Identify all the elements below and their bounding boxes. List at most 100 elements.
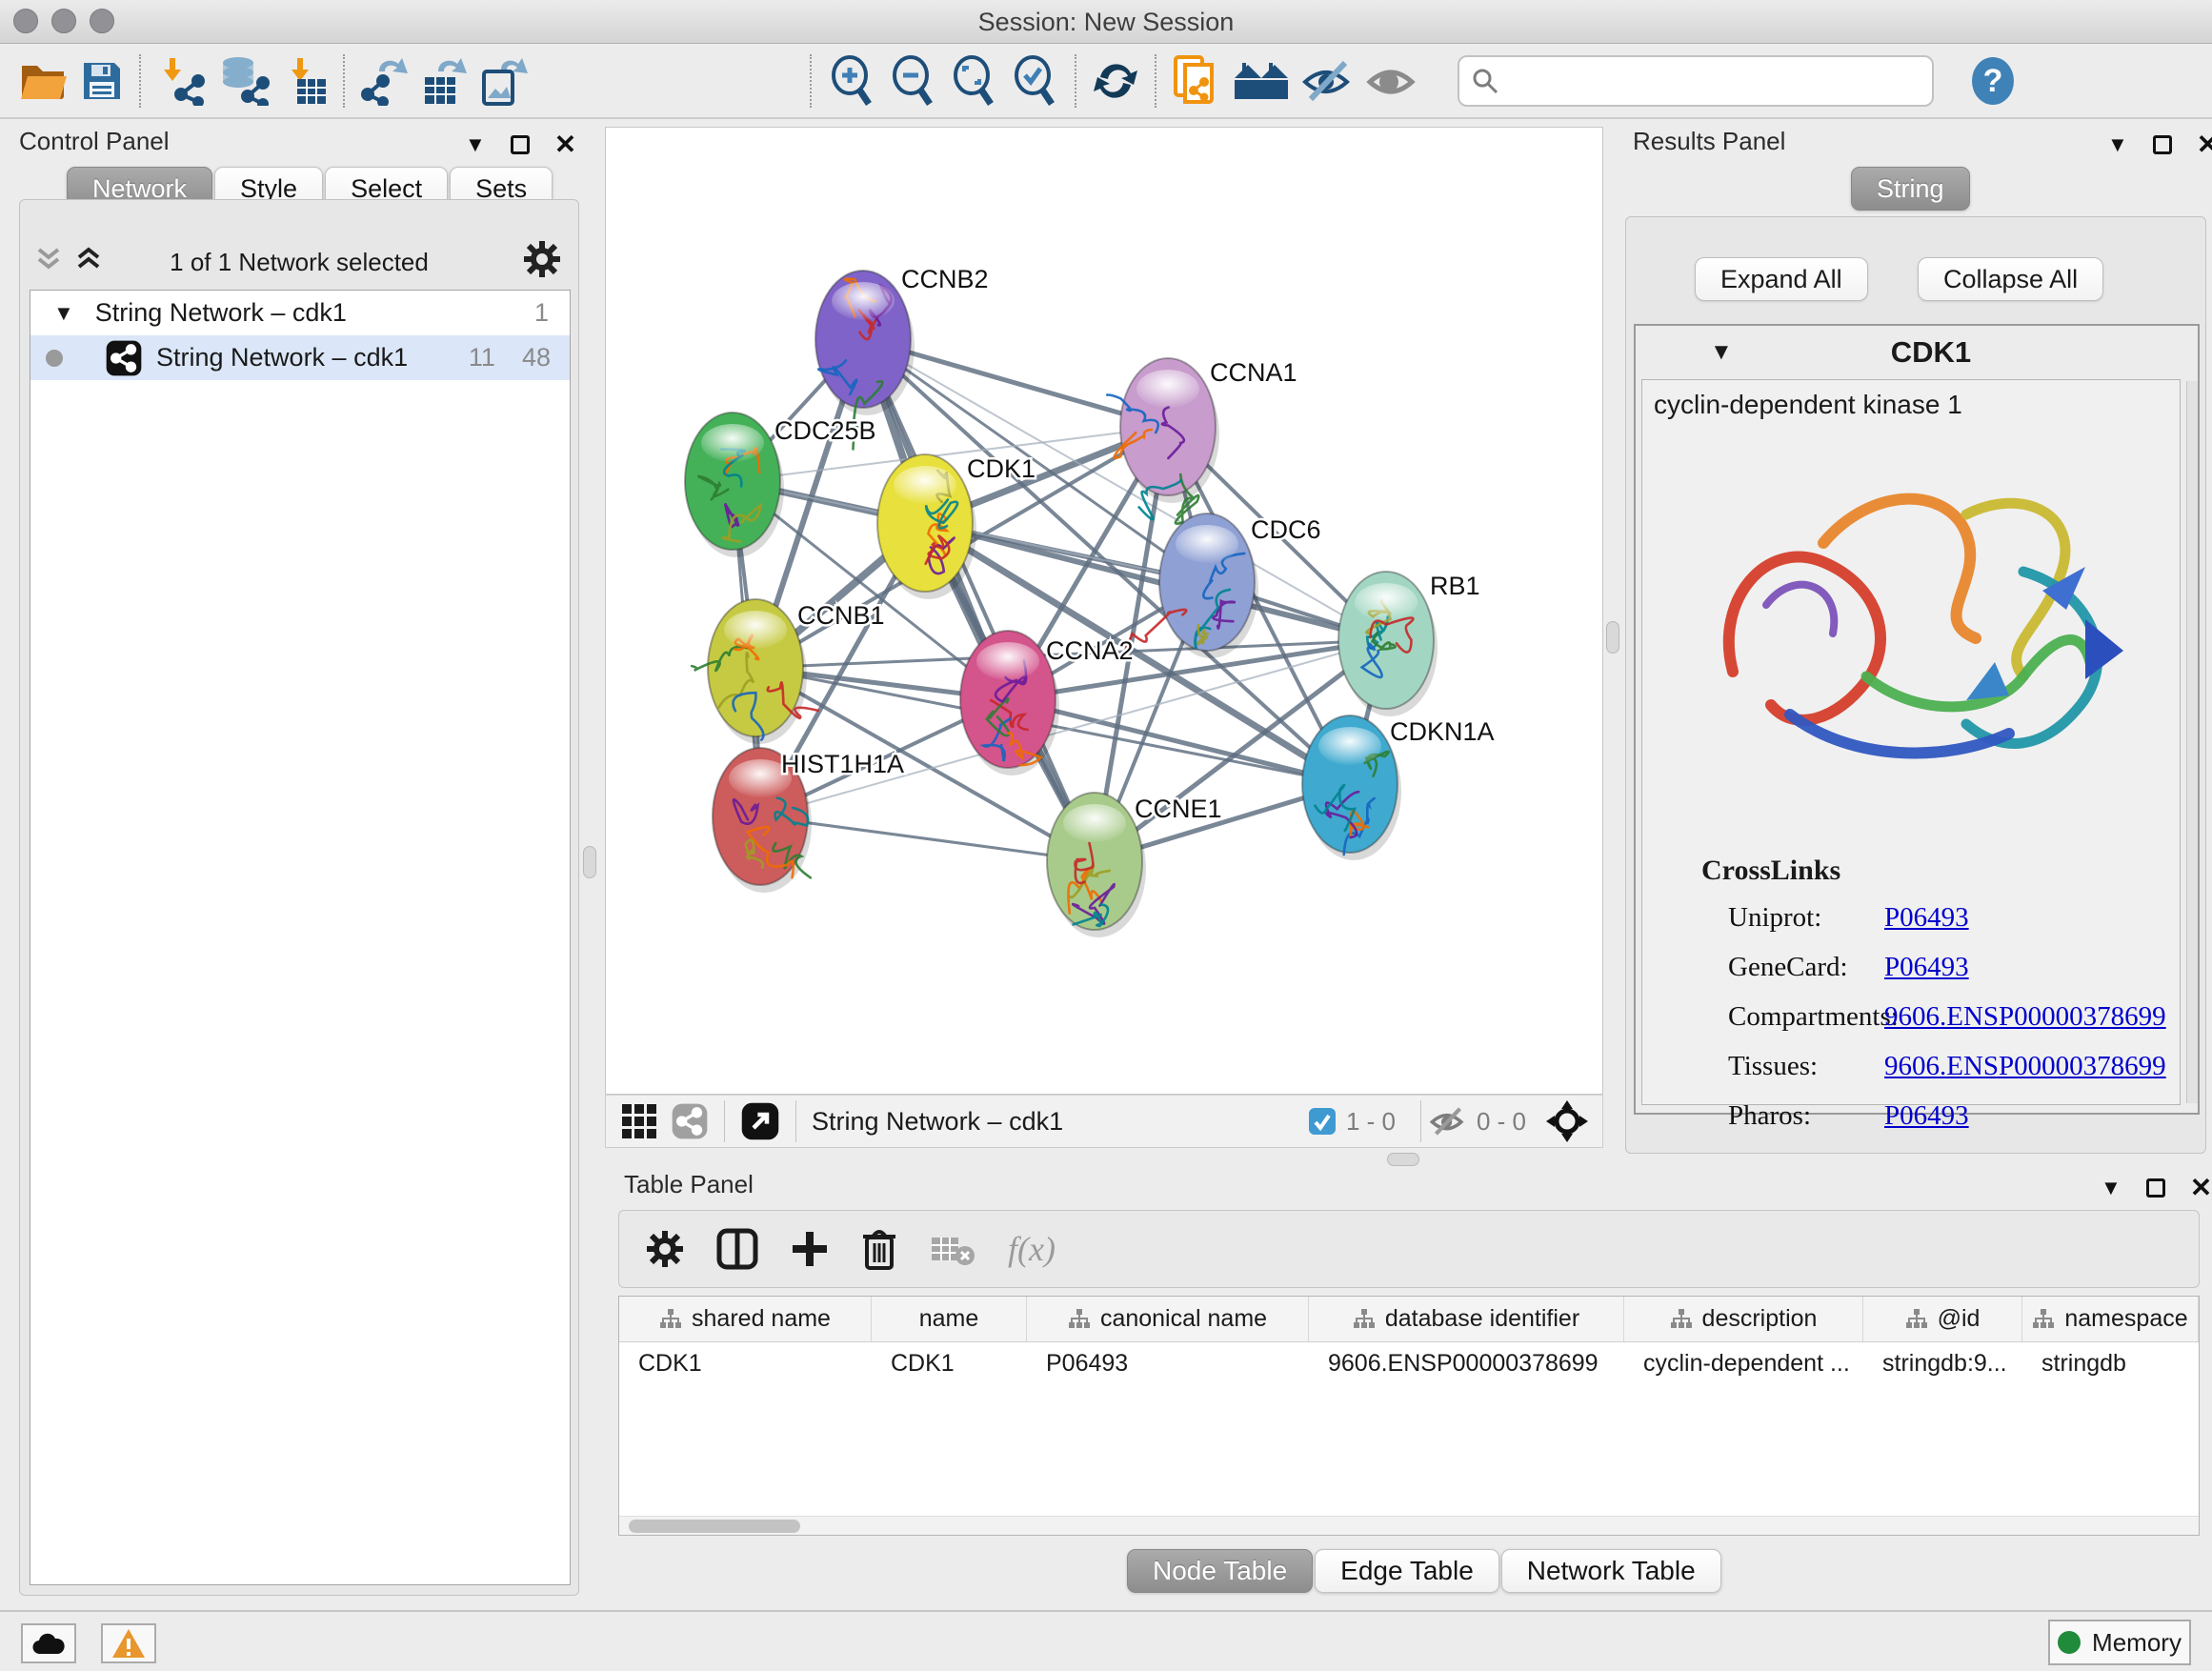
panel-close-icon[interactable]: ✕	[554, 129, 576, 160]
window-zoom-icon[interactable]	[90, 9, 114, 33]
network-node[interactable]: CDC25B	[685, 413, 876, 557]
zoom-selected-button[interactable]	[1004, 50, 1065, 111]
control-panel: Control Panel ▼ ✕ Network Style Select S…	[0, 121, 598, 1607]
network-edge[interactable]	[863, 339, 1095, 861]
network-options-gear-icon[interactable]	[523, 240, 561, 278]
show-columns-icon[interactable]	[716, 1228, 758, 1270]
network-canvas[interactable]: CCNB2CCNA1CDC25BCDK1CDC6RB1CCNB1CCNA2CDK…	[605, 127, 1603, 1095]
card-expander-icon[interactable]: ▼	[1710, 339, 1733, 366]
cdk1-card-header[interactable]: ▼ CDK1	[1636, 326, 2198, 379]
fit-content-crosshair-icon[interactable]	[1545, 1099, 1589, 1143]
tab-network-table[interactable]: Network Table	[1501, 1549, 1721, 1593]
network-node[interactable]: CDKN1A	[1302, 715, 1495, 860]
column-header-shared-name[interactable]: shared name	[619, 1297, 872, 1341]
scrollbar-thumb[interactable]	[629, 1520, 800, 1533]
birdseye-grid-icon[interactable]	[621, 1103, 657, 1139]
open-session-button[interactable]	[13, 50, 74, 111]
eye-icon	[1366, 59, 1419, 103]
apply-layout-button[interactable]	[1086, 50, 1145, 111]
zoom-out-button[interactable]	[882, 50, 943, 111]
network-node[interactable]: HIST1H1A	[713, 748, 904, 893]
collapse-all-button[interactable]: Collapse All	[1918, 257, 2103, 301]
panel-dropdown-icon[interactable]: ▼	[2101, 1176, 2122, 1200]
function-builder-icon[interactable]: f(x)	[1008, 1229, 1056, 1269]
create-column-icon[interactable]	[791, 1230, 829, 1268]
selected-checkbox-icon[interactable]	[1308, 1107, 1337, 1136]
delete-columns-trash-icon[interactable]	[861, 1228, 897, 1270]
string-documents-button[interactable]	[1166, 50, 1227, 111]
right-splitter-handle[interactable]	[1606, 621, 1619, 654]
help-button[interactable]: ?	[1962, 50, 2023, 111]
tab-edge-table[interactable]: Edge Table	[1315, 1549, 1499, 1593]
node-table: shared name name canonical name	[618, 1296, 2200, 1536]
import-table-file-button[interactable]	[276, 50, 333, 111]
table-row[interactable]: CDK1 CDK1 P06493 9606.ENSP00000378699 cy…	[619, 1342, 2199, 1384]
zoom-fit-button[interactable]	[943, 50, 1004, 111]
tab-string[interactable]: String	[1851, 167, 1970, 211]
search-field[interactable]	[1458, 55, 1934, 107]
network-collection-row[interactable]: ▼ String Network – cdk1 1	[30, 291, 570, 335]
node-label: CDC25B	[774, 416, 876, 445]
search-input[interactable]	[1499, 67, 1919, 96]
table-options-gear-icon[interactable]	[646, 1230, 684, 1268]
window-minimize-icon[interactable]	[51, 9, 76, 33]
panel-float-icon[interactable]	[2146, 1178, 2165, 1198]
network-node[interactable]: CCNE1	[1047, 793, 1222, 937]
column-header-namespace[interactable]: namespace	[2022, 1297, 2199, 1341]
warnings-button[interactable]	[101, 1623, 156, 1663]
cloud-button[interactable]	[21, 1623, 76, 1663]
panel-close-icon[interactable]: ✕	[2197, 129, 2212, 160]
table-toolbar: f(x)	[618, 1210, 2200, 1288]
column-header-description[interactable]: description	[1624, 1297, 1863, 1341]
string-panel-icon[interactable]	[671, 1102, 709, 1140]
tissues-link[interactable]: 9606.ENSP00000378699	[1884, 1051, 2166, 1081]
import-network-file-button[interactable]	[151, 50, 211, 111]
compartments-link[interactable]: 9606.ENSP00000378699	[1884, 1001, 2166, 1032]
panel-close-icon[interactable]: ✕	[2190, 1172, 2212, 1203]
first-neighbors-button[interactable]	[1227, 50, 1296, 111]
hidden-eye-slash-icon[interactable]	[1429, 1106, 1467, 1137]
import-network-database-button[interactable]	[211, 50, 276, 111]
column-header-canonical-name[interactable]: canonical name	[1027, 1297, 1309, 1341]
toolbar-separator	[795, 1100, 796, 1142]
collection-expander-icon[interactable]: ▼	[53, 301, 74, 326]
results-scrollbar[interactable]	[2186, 381, 2198, 1103]
column-header-id[interactable]: @id	[1863, 1297, 2022, 1341]
save-floppy-icon	[80, 59, 124, 103]
zoom-in-button[interactable]	[821, 50, 882, 111]
network-edge[interactable]	[760, 640, 1386, 816]
memory-status-dot	[2058, 1631, 2081, 1654]
column-header-database-identifier[interactable]: database identifier	[1309, 1297, 1624, 1341]
network-node[interactable]: CCNA1	[1107, 358, 1297, 524]
network-node[interactable]: RB1	[1338, 572, 1480, 716]
network-row[interactable]: String Network – cdk1 11 48	[30, 335, 570, 380]
show-all-button[interactable]	[1360, 50, 1425, 111]
save-session-button[interactable]	[74, 50, 130, 111]
panel-float-icon[interactable]	[2153, 135, 2172, 154]
open-folder-icon	[19, 60, 69, 102]
export-image-button[interactable]	[474, 50, 533, 111]
table-horizontal-scrollbar[interactable]	[619, 1516, 2199, 1535]
window-close-icon[interactable]	[13, 9, 38, 33]
expand-all-button[interactable]: Expand All	[1695, 257, 1868, 301]
external-view-icon[interactable]	[740, 1101, 780, 1141]
column-header-name[interactable]: name	[872, 1297, 1027, 1341]
pharos-link[interactable]: P06493	[1884, 1100, 1969, 1131]
tab-node-table[interactable]: Node Table	[1127, 1549, 1313, 1593]
genecard-link[interactable]: P06493	[1884, 952, 1969, 982]
main-toolbar: ?	[0, 45, 2212, 119]
export-table-button[interactable]	[415, 50, 474, 111]
hide-selected-button[interactable]	[1296, 50, 1360, 111]
left-splitter-handle[interactable]	[583, 846, 596, 878]
uniprot-link[interactable]: P06493	[1884, 902, 1969, 933]
node-label: RB1	[1430, 572, 1480, 600]
memory-button[interactable]: Memory	[2048, 1620, 2191, 1665]
panel-dropdown-icon[interactable]: ▼	[2107, 132, 2128, 157]
table-panel: Table Panel ▼ ✕	[605, 1164, 2212, 1608]
export-network-button[interactable]	[354, 50, 415, 111]
panel-float-icon[interactable]	[511, 135, 530, 154]
panel-dropdown-icon[interactable]: ▼	[465, 132, 486, 157]
network-graph[interactable]: CCNB2CCNA1CDC25BCDK1CDC6RB1CCNB1CCNA2CDK…	[606, 128, 1604, 1096]
network-node[interactable]: CCNB1	[692, 599, 884, 744]
delete-table-icon[interactable]	[930, 1232, 975, 1266]
